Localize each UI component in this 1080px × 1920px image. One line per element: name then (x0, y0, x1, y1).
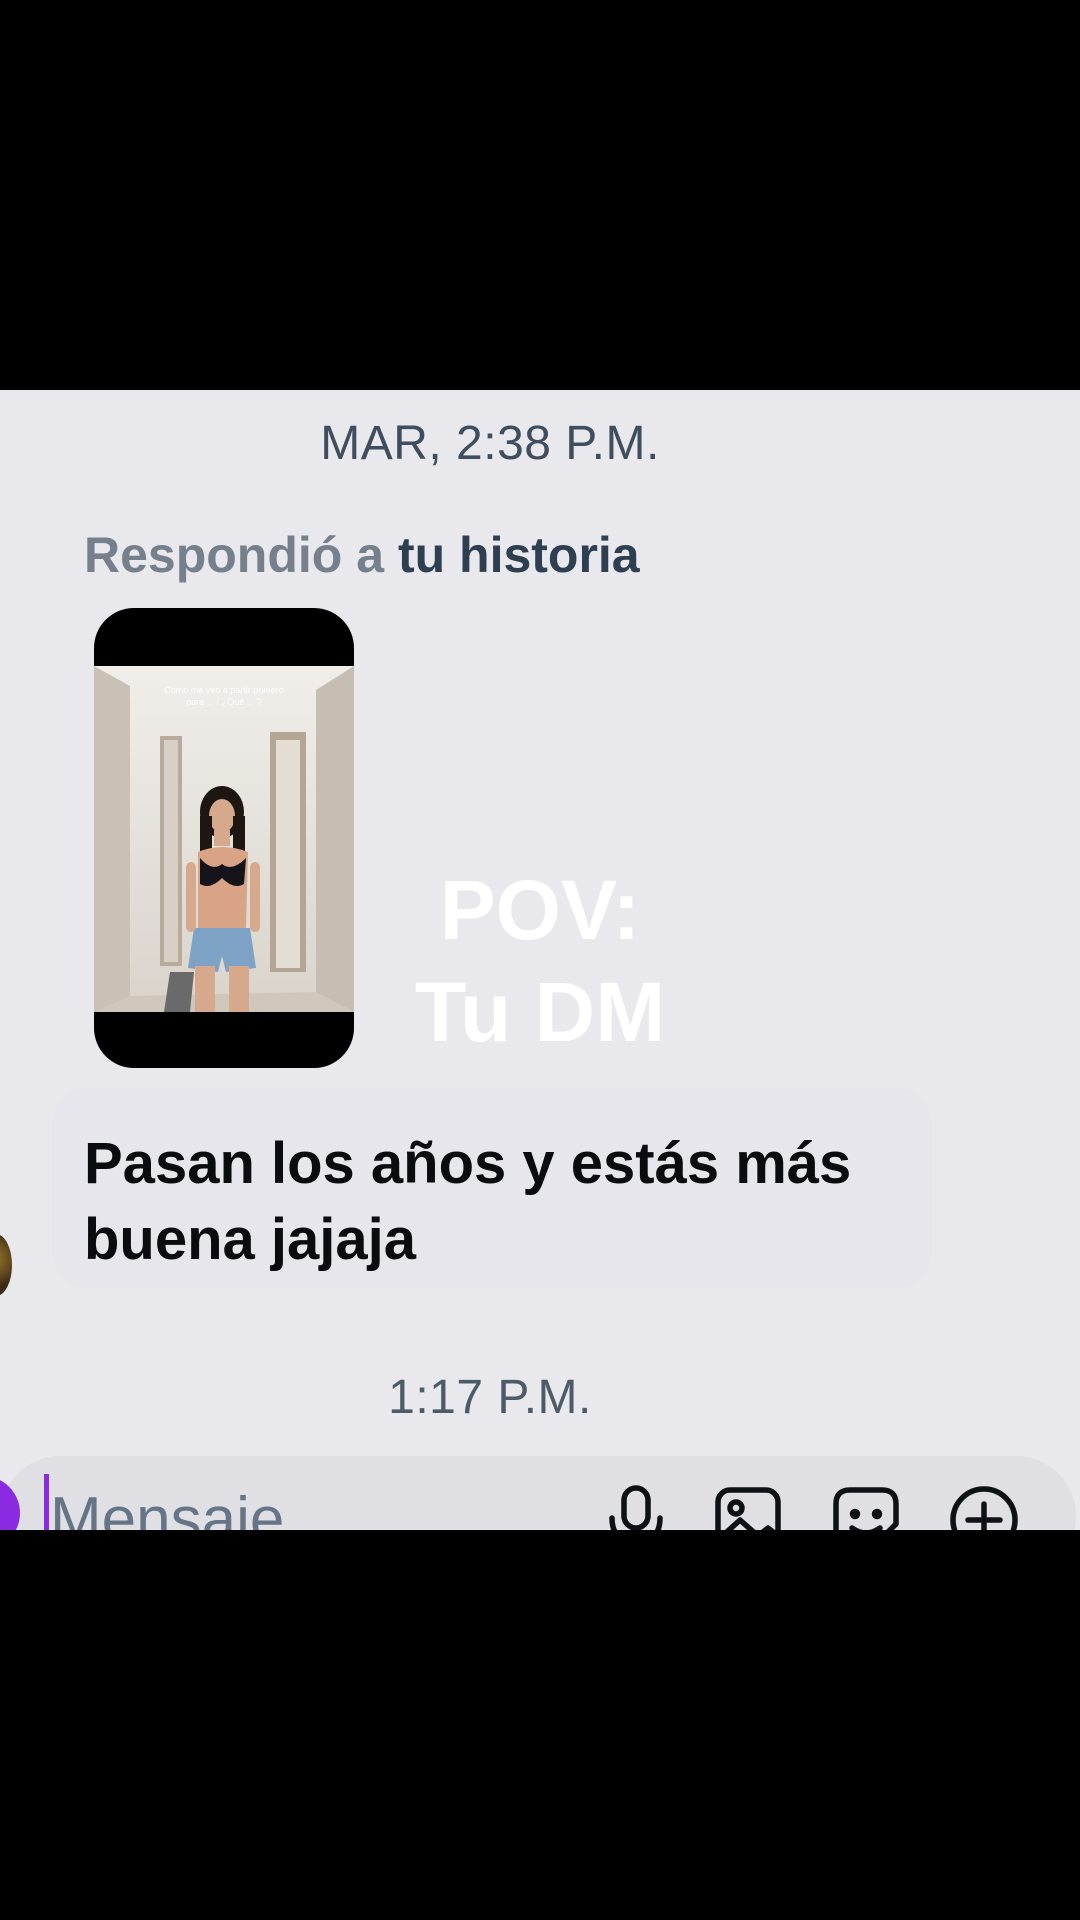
text-caret (44, 1474, 49, 1530)
overlay-title-line2: Tu DM (414, 965, 666, 1059)
microphone-icon[interactable] (600, 1484, 672, 1530)
story-caption: Como me veo a partir primero para ... / … (164, 685, 284, 707)
message-text: Pasan los años y estás más buena jajaja (84, 1131, 852, 1272)
story-photo: Como me veo a partir primero para ... / … (94, 666, 354, 1012)
overlay-title-line1: POV: (439, 863, 641, 957)
image-icon[interactable] (712, 1484, 784, 1530)
reply-target[interactable]: tu historia (398, 527, 640, 583)
timestamp-bottom: 1:17 P.M. (388, 1371, 592, 1424)
plus-circle-icon[interactable] (948, 1484, 1020, 1530)
timestamp-top: MAR, 2:38 P.M. (320, 417, 660, 470)
reply-prefix: Respondió a (84, 527, 385, 583)
dm-thread: MAR, 2:38 P.M. Respondió a tu historia C… (0, 390, 1080, 1530)
message-input[interactable] (50, 1484, 470, 1530)
sticker-icon[interactable] (830, 1484, 902, 1530)
story-reply-label: Respondió a tu historia (84, 526, 640, 584)
avatar[interactable] (0, 1234, 12, 1296)
story-preview[interactable]: Como me veo a partir primero para ... / … (94, 608, 354, 1068)
